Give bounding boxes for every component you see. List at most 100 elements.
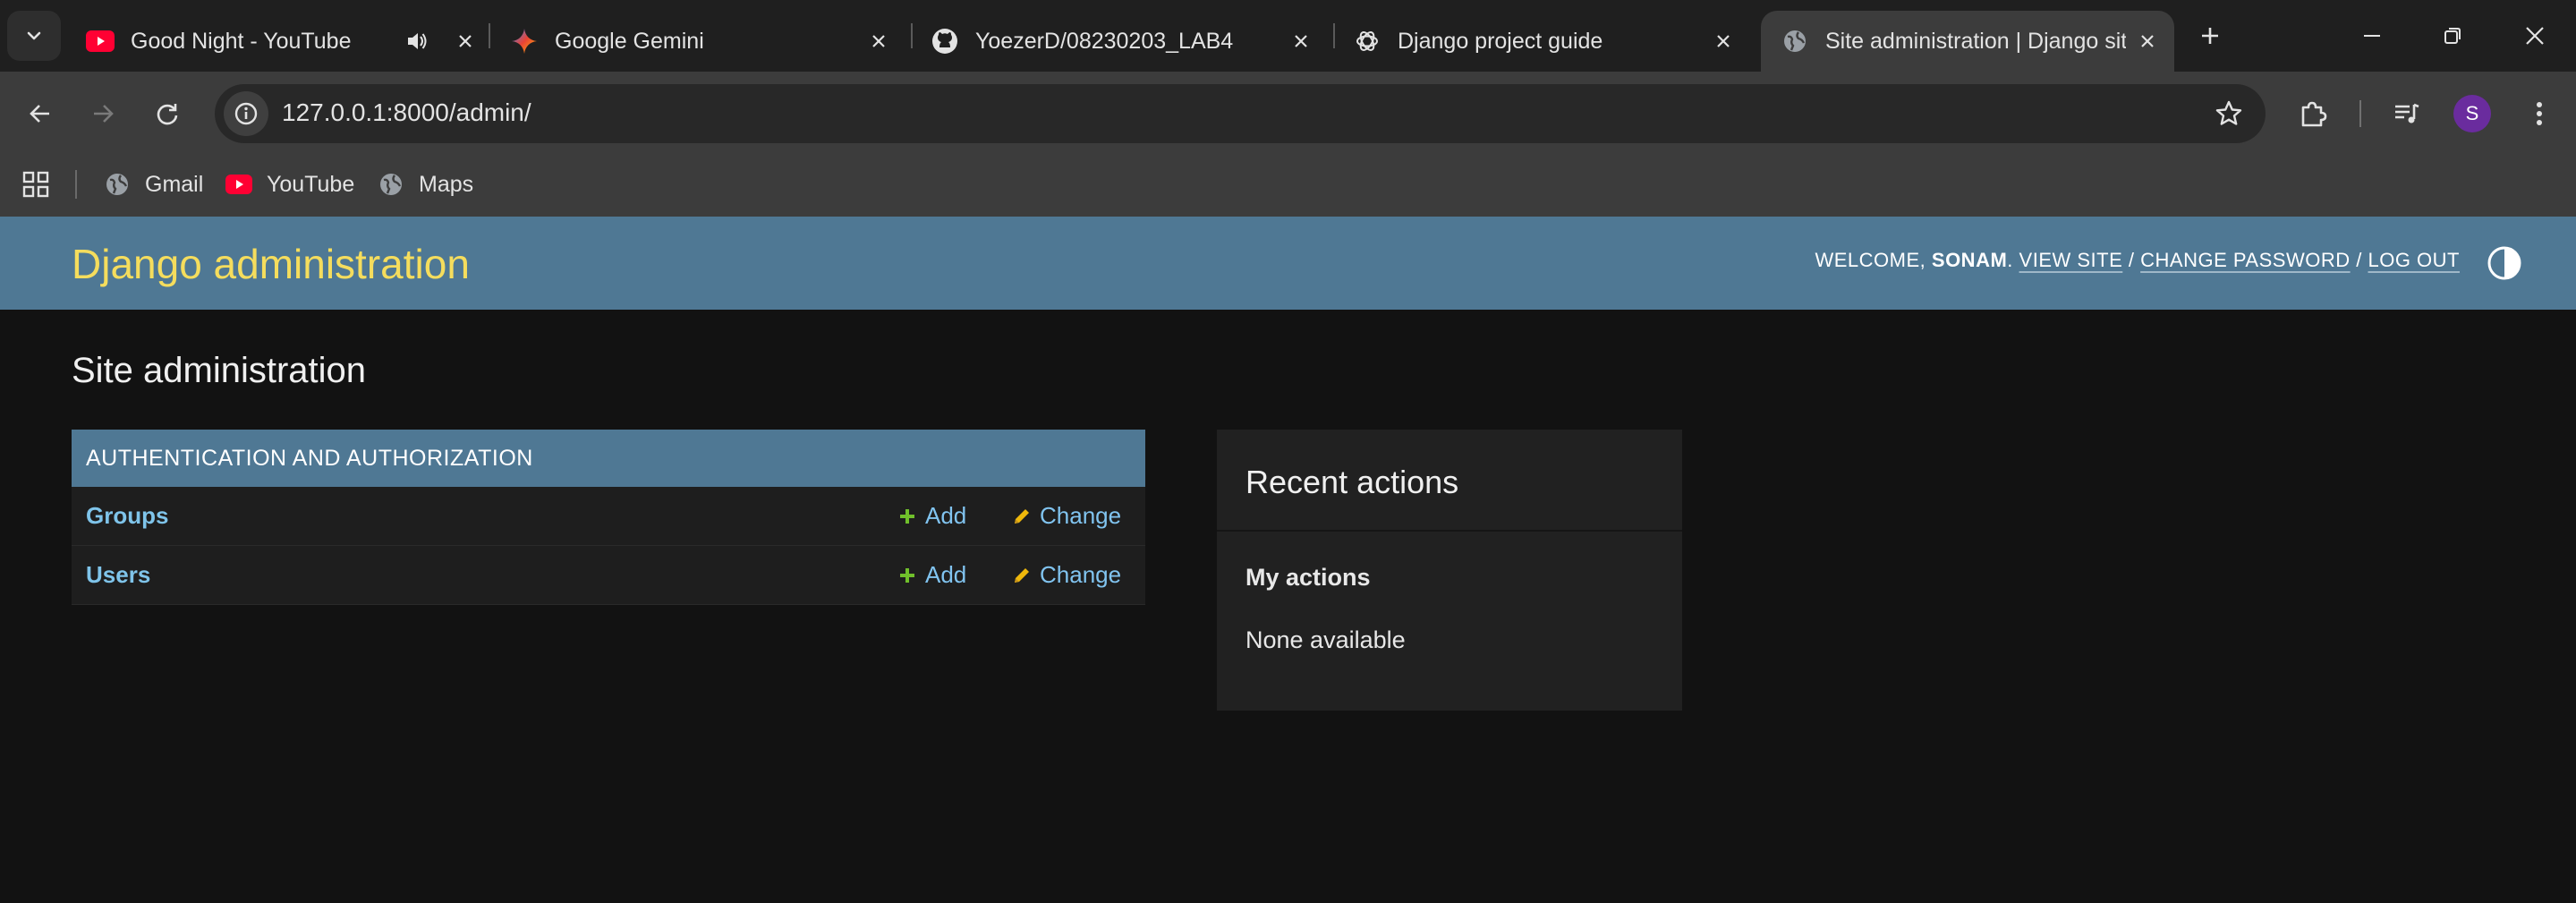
page-title: Site administration xyxy=(72,351,367,390)
restore-button[interactable] xyxy=(2412,9,2493,63)
admin-header: Django administration WELCOME, SONAM. VI… xyxy=(0,217,2576,310)
close-icon[interactable] xyxy=(864,27,893,55)
separator: / xyxy=(2356,249,2362,271)
site-branding[interactable]: Django administration xyxy=(72,240,470,288)
address-bar[interactable]: 127.0.0.1:8000/admin/ xyxy=(215,84,2266,143)
view-site-link[interactable]: VIEW SITE xyxy=(2019,249,2123,271)
forward-button[interactable] xyxy=(81,91,125,136)
arrow-left-icon xyxy=(30,105,49,123)
add-link-groups[interactable]: Add xyxy=(897,502,966,530)
bookmark-gmail[interactable]: Gmail xyxy=(104,165,203,204)
tab-separator xyxy=(489,23,490,48)
separator: / xyxy=(2128,249,2135,271)
youtube-icon xyxy=(86,27,115,55)
close-icon[interactable] xyxy=(1287,27,1315,55)
model-row-groups: Groups Add Change xyxy=(72,487,1145,546)
tab-strip: Good Night - YouTube Google Gemini Yoeze… xyxy=(0,0,2576,72)
app-module-auth: AUTHENTICATION AND AUTHORIZATION Groups … xyxy=(72,430,1145,605)
tab-chatgpt[interactable]: Django project guide xyxy=(1353,11,1738,72)
add-label: Add xyxy=(925,502,967,529)
bookmark-label: YouTube xyxy=(267,171,355,197)
tab-youtube[interactable]: Good Night - YouTube xyxy=(86,11,480,72)
close-icon xyxy=(2526,27,2544,45)
tab-search-button[interactable] xyxy=(7,11,61,61)
github-icon xyxy=(931,27,959,55)
gemini-icon xyxy=(510,27,539,55)
tab-title: Google Gemini xyxy=(555,28,704,54)
restore-icon xyxy=(2444,28,2461,44)
model-link-users[interactable]: Users xyxy=(86,561,150,589)
chevron-down-icon xyxy=(27,31,41,40)
bookmark-youtube[interactable]: YouTube xyxy=(225,165,354,204)
tab-gemini[interactable]: Google Gemini xyxy=(510,11,893,72)
plus-icon xyxy=(897,506,918,527)
model-row-users: Users Add Change xyxy=(72,546,1145,605)
more-vertical-icon xyxy=(2537,102,2542,125)
model-link-groups[interactable]: Groups xyxy=(86,502,168,530)
my-actions-heading: My actions xyxy=(1245,564,1371,591)
globe-icon xyxy=(104,171,131,198)
star-icon xyxy=(2215,100,2242,125)
minimize-button[interactable] xyxy=(2332,9,2412,63)
tab-title: YoezerD/08230203_LAB4 xyxy=(975,28,1234,54)
plus-icon xyxy=(897,565,918,586)
add-link-users[interactable]: Add xyxy=(897,561,966,589)
tab-title: Site administration | Django site admin xyxy=(1825,28,2126,54)
reload-icon xyxy=(157,104,178,125)
tab-separator xyxy=(1333,23,1335,48)
bookmark-star-button[interactable] xyxy=(2212,97,2246,131)
bookmarks-separator xyxy=(75,170,77,199)
change-password-link[interactable]: CHANGE PASSWORD xyxy=(2140,249,2350,271)
speaker-icon[interactable] xyxy=(403,27,431,55)
bookmark-label: Maps xyxy=(419,171,474,197)
divider xyxy=(1217,530,1682,532)
tab-separator xyxy=(911,23,913,48)
none-available-text: None available xyxy=(1245,626,1406,653)
reload-button[interactable] xyxy=(145,91,190,136)
globe-icon xyxy=(1781,27,1809,55)
site-info-button[interactable] xyxy=(224,91,268,136)
browser-menu-button[interactable] xyxy=(2517,91,2562,136)
tab-title: Django project guide xyxy=(1398,28,1603,54)
media-controls-button[interactable] xyxy=(2385,91,2429,136)
recent-actions-panel: Recent actions My actions None available xyxy=(1217,430,1682,711)
apps-button[interactable] xyxy=(20,168,52,200)
new-tab-button[interactable] xyxy=(2183,18,2237,54)
punctuation: . xyxy=(2007,249,2013,271)
user-tools: WELCOME, SONAM. VIEW SITE / CHANGE PASSW… xyxy=(1815,249,2460,272)
change-label: Change xyxy=(1040,502,1122,529)
window-close-button[interactable] xyxy=(2495,9,2575,63)
pencil-icon xyxy=(1011,565,1033,586)
welcome-text: WELCOME, xyxy=(1815,249,1926,271)
url-text[interactable]: 127.0.0.1:8000/admin/ xyxy=(282,98,531,127)
module-caption[interactable]: AUTHENTICATION AND AUTHORIZATION xyxy=(72,430,1145,487)
bookmark-maps[interactable]: Maps xyxy=(378,165,473,204)
bookmark-label: Gmail xyxy=(145,171,204,197)
recent-actions-title: Recent actions xyxy=(1245,464,1459,500)
pencil-icon xyxy=(1011,506,1033,527)
close-icon[interactable] xyxy=(451,27,480,55)
back-button[interactable] xyxy=(18,91,63,136)
youtube-icon xyxy=(225,171,252,198)
username: SONAM xyxy=(1931,249,2008,271)
add-label: Add xyxy=(925,561,967,588)
plus-icon xyxy=(2202,28,2218,44)
close-icon[interactable] xyxy=(2133,27,2162,55)
tab-site-administration[interactable]: Site administration | Django site admin xyxy=(1761,11,2174,72)
extensions-button[interactable] xyxy=(2291,91,2335,136)
close-icon[interactable] xyxy=(1709,27,1738,55)
change-link-groups[interactable]: Change xyxy=(1011,502,1121,530)
globe-icon xyxy=(378,171,404,198)
apps-grid-icon xyxy=(22,171,49,198)
half-circle-contrast-icon xyxy=(2487,246,2521,280)
profile-avatar[interactable]: S xyxy=(2453,95,2491,132)
browser-toolbar: 127.0.0.1:8000/admin/ S xyxy=(0,72,2576,154)
bookmarks-bar: Gmail YouTube Maps xyxy=(0,154,2576,217)
change-link-users[interactable]: Change xyxy=(1011,561,1121,589)
log-out-link[interactable]: LOG OUT xyxy=(2368,249,2460,271)
info-icon xyxy=(234,102,258,125)
toolbar-divider xyxy=(2359,100,2361,127)
theme-toggle-button[interactable] xyxy=(2485,243,2524,283)
tab-github[interactable]: YoezerD/08230203_LAB4 xyxy=(931,11,1315,72)
change-label: Change xyxy=(1040,561,1122,588)
